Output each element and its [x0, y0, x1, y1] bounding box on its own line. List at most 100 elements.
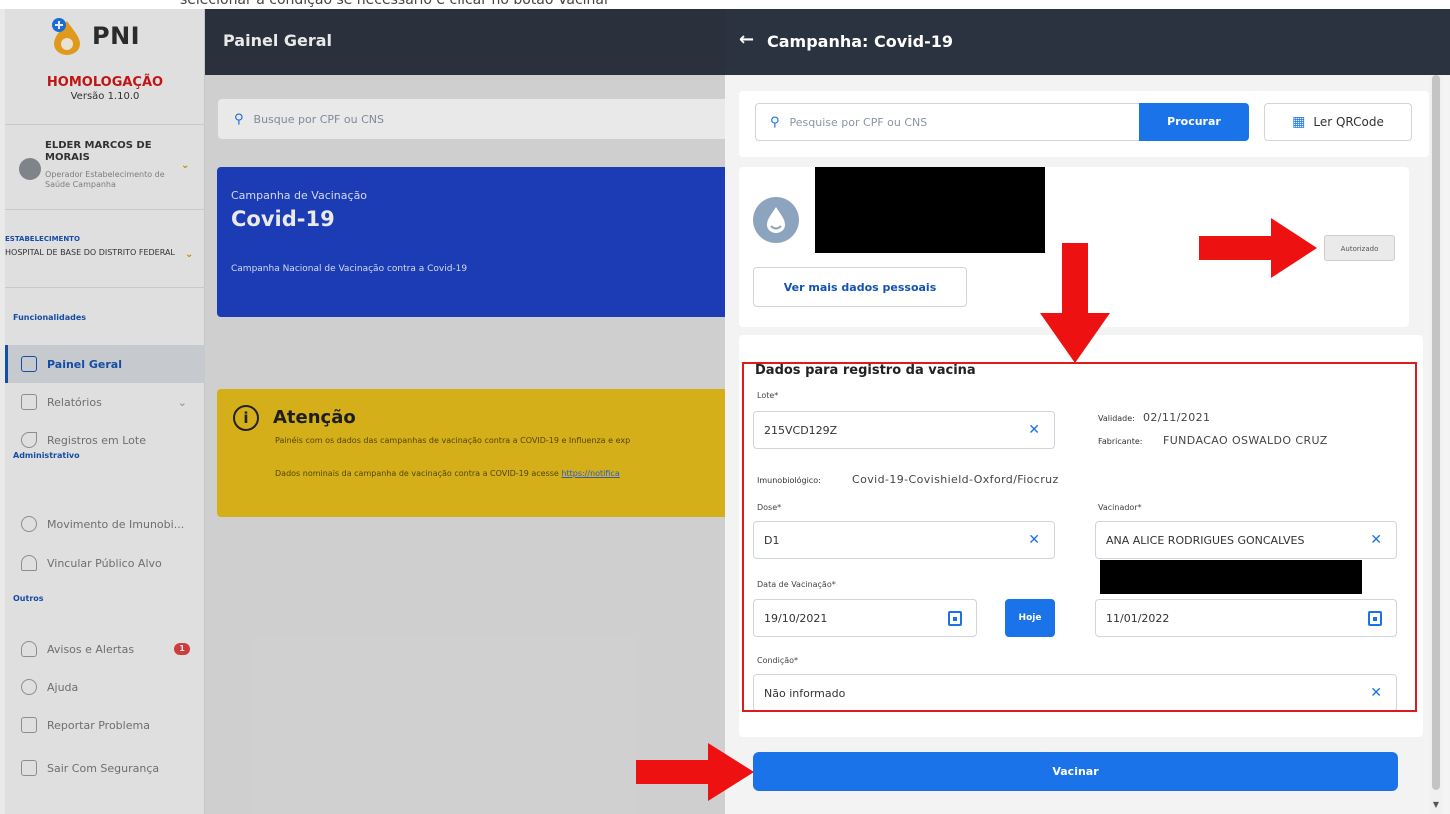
qrcode-icon: ▦	[1292, 114, 1306, 130]
chart-icon	[21, 394, 37, 410]
sidebar-item-reportar[interactable]: Reportar Problema	[5, 706, 205, 744]
search-placeholder: Busque por CPF ou CNS	[253, 112, 384, 126]
clear-icon[interactable]: ✕	[1028, 422, 1040, 438]
scrollbar-thumb[interactable]	[1432, 75, 1440, 790]
warning-title: Atenção	[273, 407, 356, 428]
warning-text-line: Dados nominais da campanha de vacinação …	[275, 469, 559, 478]
transfer-icon	[21, 516, 37, 532]
sidebar-item-label: Relatórios	[47, 395, 102, 409]
qrcode-button[interactable]: ▦ Ler QRCode	[1264, 103, 1412, 141]
search-input[interactable]: ⚲ Pesquise por CPF ou CNS	[755, 103, 1139, 141]
estab-label: ESTABELECIMENTO	[5, 235, 80, 243]
estab-select[interactable]: HOSPITAL DE BASE DO DISTRITO FEDERAL	[5, 247, 175, 258]
sidebar-item-relatorios[interactable]: Relatórios ⌄	[5, 383, 205, 421]
aprazamento-field[interactable]: 11/01/2022	[1095, 599, 1397, 637]
lote-value: 215VCD129Z	[764, 423, 838, 437]
dose-field[interactable]: D1 ✕	[753, 521, 1055, 559]
top-caption-strip: selecionar a condição se necessário e cl…	[0, 0, 1450, 9]
warning-text: Painéis com os dados das campanhas de va…	[275, 436, 631, 445]
syringe-icon	[21, 432, 37, 448]
more-personal-data-button[interactable]: Ver mais dados pessoais	[753, 267, 967, 307]
warning-card: i Atenção Painéis com os dados das campa…	[217, 389, 725, 517]
logo: PNI	[50, 17, 140, 55]
campaign-card[interactable]: Campanha de Vacinação Covid-19 Campanha …	[217, 167, 725, 317]
calendar-icon[interactable]	[948, 611, 962, 626]
condicao-label: Condição*	[757, 656, 799, 665]
sidebar-item-vincular[interactable]: Vincular Público Alvo	[5, 544, 205, 582]
panel-header: ← Campanha: Covid-19	[725, 9, 1450, 75]
environment-label: HOMOLOGAÇÃO	[46, 75, 164, 90]
vacinador-label: Vacinador*	[1098, 503, 1142, 512]
hoje-button[interactable]: Hoje	[1005, 599, 1055, 637]
dashboard-icon	[21, 356, 37, 372]
clear-icon[interactable]: ✕	[1370, 685, 1382, 701]
dose-label: Dose*	[757, 503, 782, 512]
sidebar-item-avisos[interactable]: Avisos e Alertas 1	[5, 630, 205, 668]
section-administrativo: Administrativo	[13, 451, 80, 460]
chevron-down-icon[interactable]: ⌄	[185, 249, 193, 260]
search-input[interactable]: ⚲ Busque por CPF ou CNS	[218, 99, 725, 139]
calendar-icon[interactable]	[1368, 611, 1382, 626]
qrcode-label: Ler QRCode	[1313, 115, 1384, 129]
warning-text: Dados nominais da campanha de vacinação …	[275, 469, 620, 478]
sidebar-item-sair[interactable]: Sair Com Segurança	[5, 749, 205, 787]
lote-label: Lote*	[757, 391, 779, 400]
search-box: ⚲ Pesquise por CPF ou CNS Procurar ▦ Ler…	[739, 91, 1429, 157]
redacted-name	[815, 167, 1045, 253]
data-vacinacao-field[interactable]: 19/10/2021	[753, 599, 977, 637]
status-badge: Autorizado	[1324, 235, 1395, 261]
campaign-description: Campanha Nacional de Vacinação contra a …	[231, 264, 468, 274]
user-role: Operador Estabelecimento de Saúde Campan…	[45, 170, 165, 189]
lote-field[interactable]: 215VCD129Z ✕	[753, 411, 1055, 449]
scroll-down-icon[interactable]: ▼	[1430, 800, 1442, 809]
main-content: Painel Geral ⚲ Busque por CPF ou CNS Cam…	[205, 9, 725, 814]
divider	[5, 209, 205, 210]
sidebar-item-label: Registros em Lote	[47, 433, 146, 447]
user-avatar	[19, 158, 41, 180]
logo-text: PNI	[92, 22, 141, 50]
vacinador-field[interactable]: ANA ALICE RODRIGUES GONCALVES ✕	[1095, 521, 1397, 559]
fabricante-value: FUNDACAO OSWALDO CRUZ	[1163, 434, 1328, 447]
vacinar-button[interactable]: Vacinar	[753, 752, 1398, 791]
top-bar: Painel Geral	[205, 9, 725, 75]
data-vacinacao-label: Data de Vacinação*	[757, 580, 836, 589]
back-arrow-icon[interactable]: ←	[739, 29, 754, 50]
vacinador-value: ANA ALICE RODRIGUES GONCALVES	[1106, 533, 1305, 547]
logout-icon	[21, 760, 37, 776]
sidebar-item-painel-geral[interactable]: Painel Geral	[5, 345, 205, 383]
imunobiologico-value: Covid-19-Covishield-Oxford/Fiocruz	[852, 473, 1059, 486]
validade-value: 02/11/2021	[1143, 411, 1211, 424]
sidebar-item-label: Vincular Público Alvo	[47, 556, 162, 570]
tutorial-caption: selecionar a condição se necessário e cl…	[180, 0, 610, 8]
warning-link[interactable]: https://notifica	[561, 469, 619, 478]
search-button[interactable]: Procurar	[1139, 103, 1249, 141]
data-vacinacao-value: 19/10/2021	[764, 611, 828, 625]
person-avatar	[753, 197, 799, 243]
clear-icon[interactable]: ✕	[1370, 532, 1382, 548]
clear-icon[interactable]: ✕	[1028, 532, 1040, 548]
form-heading: Dados para registro da vacina	[755, 363, 976, 378]
fabricante-label: Fabricante:	[1098, 437, 1143, 446]
condicao-value: Não informado	[764, 686, 846, 700]
sidebar-item-label: Ajuda	[47, 680, 79, 694]
divider	[5, 287, 205, 288]
pni-drop-icon	[50, 17, 84, 55]
dose-value: D1	[764, 533, 780, 547]
chevron-down-icon[interactable]: ⌄	[181, 160, 189, 171]
sidebar-item-movimento[interactable]: Movimento de Imunobi...	[5, 505, 205, 543]
version-label: Versão 1.10.0	[70, 91, 140, 102]
user-name: ELDER MARCOS DE MORAIS	[45, 140, 152, 163]
condicao-field[interactable]: Não informado ✕	[753, 674, 1397, 712]
chevron-down-icon: ⌄	[177, 395, 187, 409]
sidebar-item-ajuda[interactable]: Ajuda	[5, 668, 205, 706]
search-placeholder: Pesquise por CPF ou CNS	[789, 115, 928, 129]
sidebar-item-label: Avisos e Alertas	[47, 642, 135, 656]
sidebar: PNI HOMOLOGAÇÃO Versão 1.10.0 ELDER MARC…	[5, 9, 205, 814]
imunobiologico-label: Imunobiológico:	[757, 476, 821, 485]
sidebar-item-label: Movimento de Imunobi...	[47, 517, 185, 531]
report-icon	[21, 717, 37, 733]
scrollbar[interactable]: ▼	[1430, 75, 1442, 814]
validade-label: Validade:	[1098, 414, 1135, 423]
campaign-title: Covid-19	[231, 207, 335, 231]
search-icon: ⚲	[770, 114, 780, 130]
